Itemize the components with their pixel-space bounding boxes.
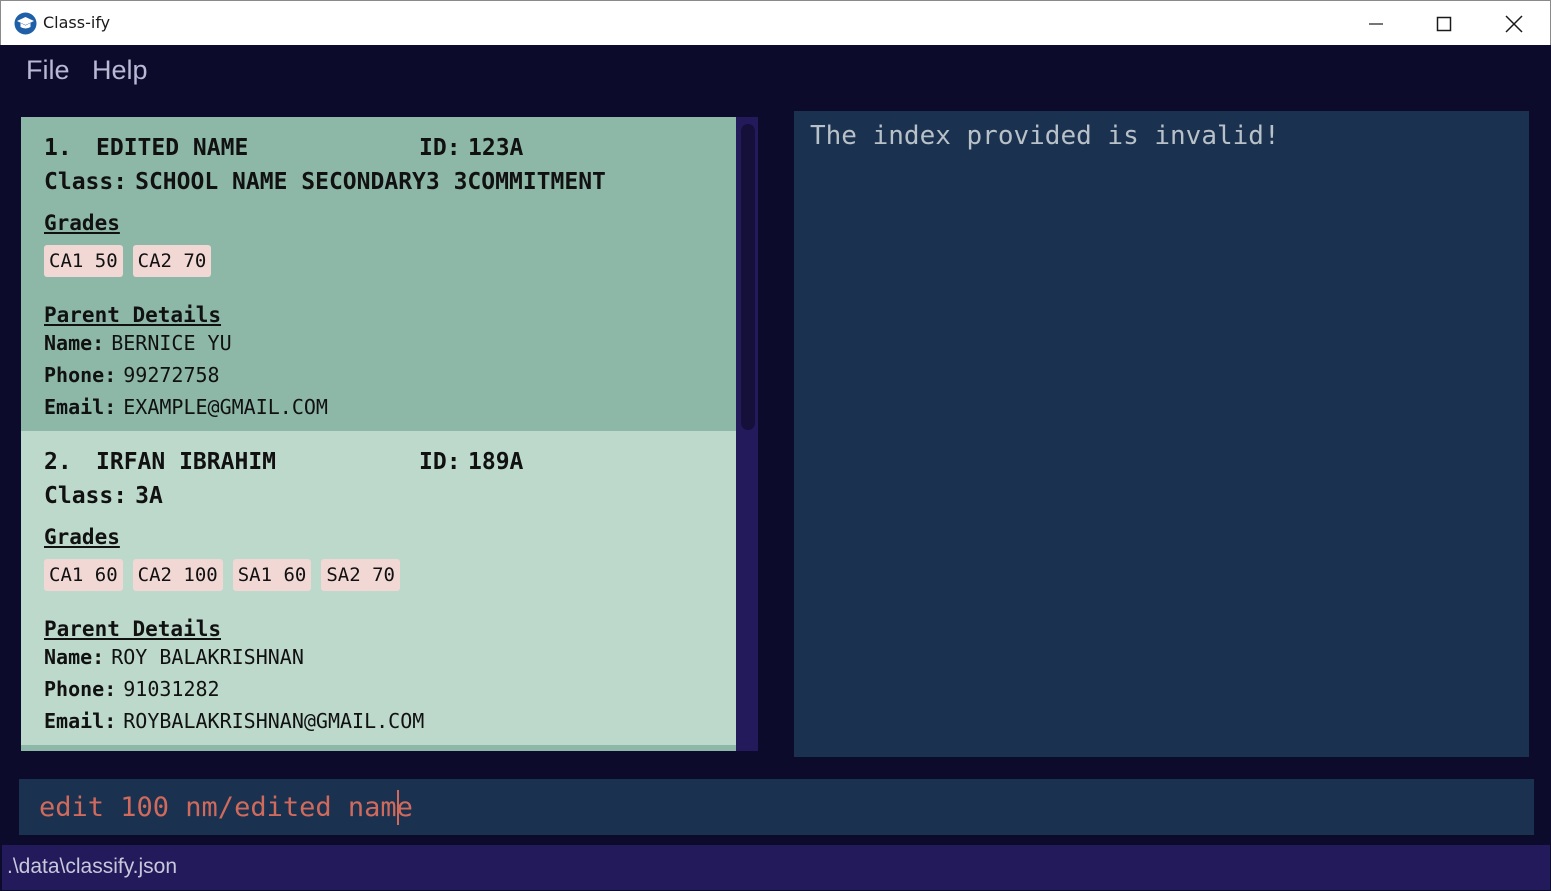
student-id: 123A — [468, 135, 524, 161]
student-index: 1. — [44, 135, 72, 161]
parent-name-label: Name: — [44, 645, 105, 669]
parent-email: EXAMPLE@GMAIL.COM — [123, 395, 328, 419]
student-name: EDITED NAME — [96, 135, 249, 161]
next-student-card-edge[interactable] — [21, 745, 736, 751]
menu-bar: File Help — [2, 45, 1550, 101]
grades-title: Grades — [44, 525, 120, 549]
minimize-icon — [1369, 22, 1383, 25]
parent-details-title: Parent Details — [44, 303, 222, 327]
menu-help[interactable]: Help — [92, 55, 148, 86]
class-label: Class: — [44, 483, 128, 509]
grade-tag: CA2 100 — [132, 559, 223, 591]
close-button[interactable] — [1479, 1, 1549, 46]
grade-tag: CA2 70 — [132, 245, 212, 277]
grade-tag: CA1 60 — [44, 559, 123, 591]
parent-name: ROY BALAKRISHNAN — [111, 645, 304, 669]
id-label: ID: — [419, 449, 461, 475]
maximize-button[interactable] — [1409, 1, 1479, 46]
grades-title: Grades — [44, 211, 120, 235]
close-icon — [1505, 14, 1523, 33]
id-label: ID: — [419, 135, 461, 161]
student-name: IRFAN IBRAHIM — [96, 449, 277, 475]
text-cursor — [397, 790, 399, 825]
command-box[interactable] — [19, 779, 1534, 835]
graduation-cap-icon — [14, 12, 37, 35]
student-card[interactable]: 1. EDITED NAME ID: 123A Class: SCHOOL NA… — [21, 117, 736, 431]
phone-label: Phone: — [44, 677, 117, 701]
class-label: Class: — [44, 169, 128, 195]
parent-details-title: Parent Details — [44, 617, 222, 641]
list-scrollbar-thumb[interactable] — [741, 124, 755, 430]
result-display: The index provided is invalid! — [794, 111, 1529, 757]
status-bar: .\data\classify.json — [2, 845, 1550, 890]
student-index: 2. — [44, 449, 72, 475]
email-label: Email: — [44, 395, 117, 419]
parent-name-label: Name: — [44, 331, 105, 355]
student-class: 3A — [135, 483, 163, 509]
grades-list: CA1 60 CA2 100 SA1 60 SA2 70 — [44, 559, 713, 591]
phone-label: Phone: — [44, 363, 117, 387]
grades-list: CA1 50 CA2 70 — [44, 245, 713, 277]
data-file-path: .\data\classify.json — [7, 855, 178, 878]
parent-name: BERNICE YU — [111, 331, 232, 355]
command-input[interactable] — [19, 779, 1534, 835]
student-id: 189A — [468, 449, 524, 475]
student-card[interactable]: 2. IRFAN IBRAHIM ID: 189A Class: 3A Grad… — [21, 431, 736, 747]
maximize-icon — [1436, 16, 1452, 31]
student-list[interactable]: 1. EDITED NAME ID: 123A Class: SCHOOL NA… — [21, 117, 758, 751]
window-title: Class-ify — [43, 13, 111, 32]
result-message: The index provided is invalid! — [810, 121, 1280, 151]
menu-file[interactable]: File — [26, 55, 70, 86]
parent-email: ROYBALAKRISHNAN@GMAIL.COM — [123, 709, 425, 733]
title-bar: Class-ify — [0, 0, 1551, 45]
email-label: Email: — [44, 709, 117, 733]
grade-tag: SA2 70 — [321, 559, 400, 591]
grade-tag: CA1 50 — [44, 245, 123, 277]
student-class: SCHOOL NAME SECONDARY3 3COMMITMENT — [135, 169, 606, 195]
parent-phone: 91031282 — [123, 677, 220, 701]
parent-phone: 99272758 — [123, 363, 220, 387]
grade-tag: SA1 60 — [232, 559, 312, 591]
minimize-button[interactable] — [1341, 1, 1411, 46]
